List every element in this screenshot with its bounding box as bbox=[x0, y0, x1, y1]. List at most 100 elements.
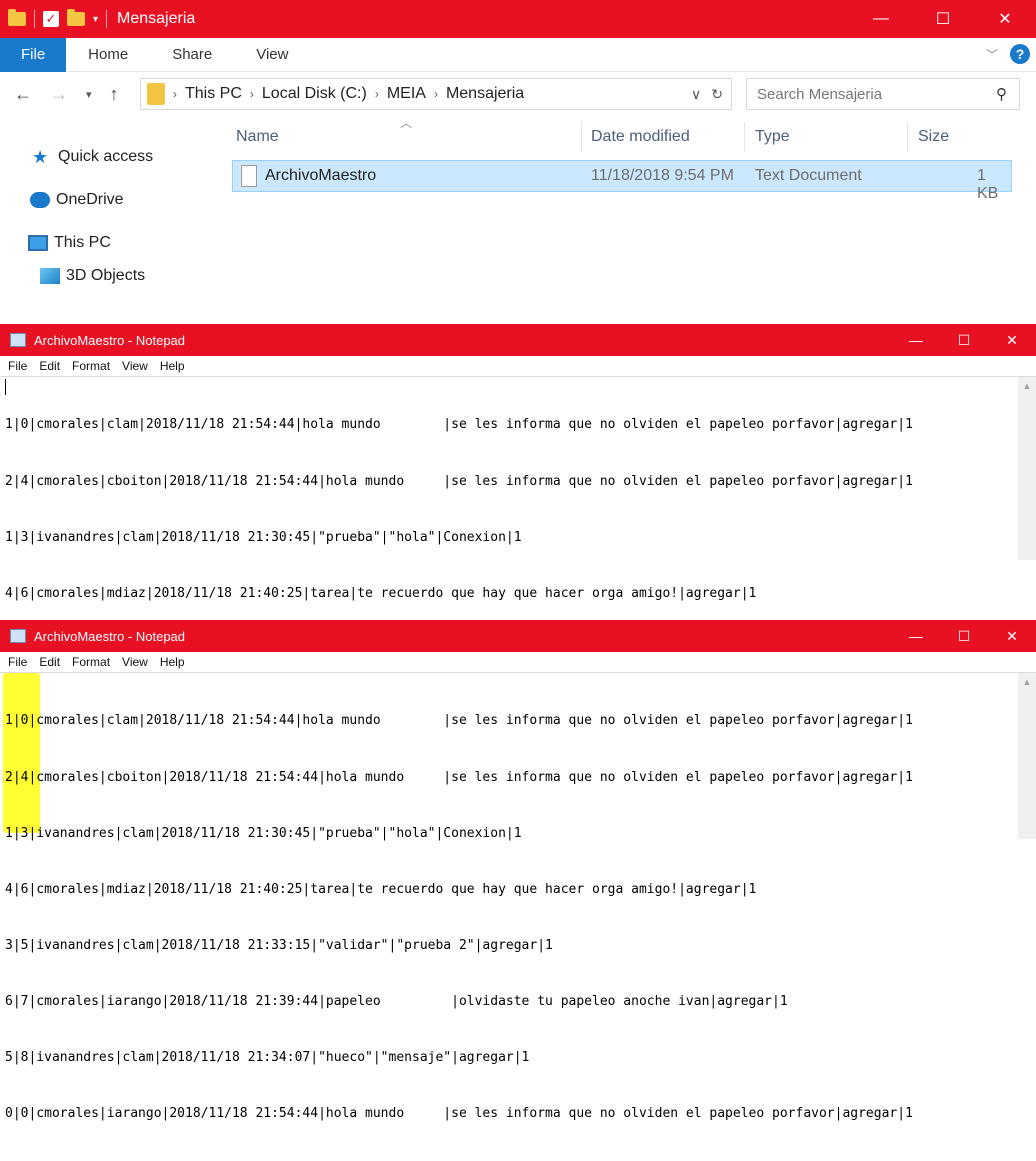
text-document-icon bbox=[241, 165, 257, 187]
menu-view[interactable]: View bbox=[122, 359, 148, 373]
folder-icon[interactable] bbox=[8, 9, 26, 26]
search-icon[interactable]: ⚲ bbox=[996, 85, 1007, 103]
close-button[interactable]: ✕ bbox=[974, 0, 1036, 38]
column-header-size[interactable]: Size bbox=[918, 122, 1008, 152]
notepad-window: ArchivoMaestro - Notepad — ☐ ✕ File Edit… bbox=[0, 324, 1036, 825]
window-title: ArchivoMaestro - Notepad bbox=[34, 332, 186, 348]
text-line: 6|7|cmorales|iarango|2018/11/18 21:39:44… bbox=[5, 993, 788, 1009]
new-folder-icon[interactable] bbox=[67, 9, 85, 26]
toolbar-divider bbox=[34, 10, 35, 28]
address-bar[interactable]: › This PC › Local Disk (C:) › MEIA › Men… bbox=[140, 78, 732, 110]
help-icon[interactable]: ? bbox=[1010, 44, 1030, 64]
expand-ribbon-icon[interactable]: ﹀ bbox=[986, 46, 998, 63]
text-caret bbox=[5, 379, 6, 395]
text-line: 2|4|cmorales|cboiton|2018/11/18 21:54:44… bbox=[5, 473, 913, 489]
minimize-button[interactable]: — bbox=[892, 620, 940, 652]
notepad-window-highlighted: ArchivoMaestro - Notepad — ☐ ✕ File Edit… bbox=[0, 620, 1036, 1121]
chevron-right-icon[interactable]: › bbox=[250, 87, 254, 101]
menu-edit[interactable]: Edit bbox=[39, 359, 60, 373]
recent-locations-icon[interactable]: ▾ bbox=[86, 88, 92, 101]
chevron-right-icon[interactable]: › bbox=[375, 87, 379, 101]
column-label: Size bbox=[918, 128, 950, 145]
chevron-right-icon[interactable]: › bbox=[434, 87, 438, 101]
chevron-right-icon[interactable]: › bbox=[173, 87, 177, 101]
nav-item-this-pc[interactable]: This PC bbox=[28, 230, 111, 256]
text-line: 5|8|ivanandres|clam|2018/11/18 21:34:07|… bbox=[5, 1050, 530, 1066]
window-title: Mensajeria bbox=[117, 10, 196, 27]
window-title: ArchivoMaestro - Notepad bbox=[34, 628, 186, 644]
address-dropdown-icon[interactable]: ∨ bbox=[691, 86, 701, 103]
minimize-button[interactable]: — bbox=[850, 0, 912, 38]
search-input[interactable]: Search Mensajeria ⚲ bbox=[746, 78, 1020, 110]
column-label: Type bbox=[755, 128, 790, 145]
text-line: 2|4|cmorales|cboiton|2018/11/18 21:54:44… bbox=[5, 769, 913, 785]
tab-view[interactable]: View bbox=[234, 38, 310, 72]
refresh-icon[interactable]: ↻ bbox=[711, 86, 723, 103]
text-editor[interactable]: 1|0|cmorales|clam|2018/11/18 21:54:44|ho… bbox=[0, 376, 1036, 825]
text-line: 1|0|cmorales|clam|2018/11/18 21:54:44|ho… bbox=[5, 417, 913, 433]
cloud-icon bbox=[30, 192, 50, 208]
vertical-scrollbar[interactable]: ▲ bbox=[1018, 673, 1036, 839]
maximize-button[interactable]: ☐ bbox=[940, 324, 988, 356]
text-line: 0|0|cmorales|iarango|2018/11/18 21:54:44… bbox=[5, 1106, 913, 1122]
notepad-icon bbox=[10, 333, 26, 347]
vertical-scrollbar[interactable]: ▲ bbox=[1018, 377, 1036, 560]
column-header-date[interactable]: Date modified bbox=[591, 122, 745, 152]
file-date: 11/18/2018 9:54 PM bbox=[591, 167, 734, 184]
text-line: 3|5|ivanandres|clam|2018/11/18 21:33:15|… bbox=[5, 937, 553, 953]
column-header-type[interactable]: Type bbox=[755, 122, 908, 152]
forward-arrow-icon[interactable]: → bbox=[50, 84, 68, 105]
menu-help[interactable]: Help bbox=[160, 655, 185, 669]
cube-icon bbox=[40, 268, 60, 284]
scroll-up-icon[interactable]: ▲ bbox=[1018, 377, 1036, 391]
file-type: Text Document bbox=[755, 167, 862, 184]
up-arrow-icon[interactable]: ↑ bbox=[110, 84, 119, 105]
properties-icon[interactable]: ✓ bbox=[43, 11, 59, 27]
nav-item-quick-access[interactable]: ★ Quick access bbox=[32, 144, 153, 170]
nav-item-onedrive[interactable]: OneDrive bbox=[30, 187, 124, 213]
breadcrumb-meia[interactable]: MEIA bbox=[387, 85, 426, 103]
close-button[interactable]: ✕ bbox=[988, 620, 1036, 652]
text-content: 1|0|cmorales|clam|2018/11/18 21:54:44|ho… bbox=[0, 673, 1036, 1161]
notepad-title-bar: ArchivoMaestro - Notepad — ☐ ✕ bbox=[0, 324, 1036, 356]
text-editor[interactable]: 1|0|cmorales|clam|2018/11/18 21:54:44|ho… bbox=[0, 672, 1036, 1121]
tab-file[interactable]: File bbox=[0, 37, 67, 72]
file-size: 1 KB bbox=[977, 167, 999, 202]
tab-share[interactable]: Share bbox=[150, 38, 234, 72]
menu-format[interactable]: Format bbox=[72, 359, 110, 373]
menu-view[interactable]: View bbox=[122, 655, 148, 669]
file-explorer-window: ✓ ▾ Mensajeria — ☐ ✕ File Home Share Vie… bbox=[0, 0, 1036, 300]
address-row: ← → ▾ ↑ › This PC › Local Disk (C:) › ME… bbox=[0, 72, 1036, 116]
nav-item-3d-objects[interactable]: 3D Objects bbox=[40, 263, 145, 289]
minimize-button[interactable]: — bbox=[892, 324, 940, 356]
close-button[interactable]: ✕ bbox=[988, 324, 1036, 356]
text-line: 1|3|ivanandres|clam|2018/11/18 21:30:45|… bbox=[5, 529, 522, 545]
back-arrow-icon[interactable]: ← bbox=[14, 84, 32, 105]
menu-file[interactable]: File bbox=[8, 359, 27, 373]
menu-help[interactable]: Help bbox=[160, 359, 185, 373]
text-line: 4|6|cmorales|mdiaz|2018/11/18 21:40:25|t… bbox=[5, 585, 757, 601]
maximize-button[interactable]: ☐ bbox=[940, 620, 988, 652]
tab-home[interactable]: Home bbox=[66, 38, 150, 72]
toolbar-divider bbox=[106, 10, 108, 28]
breadcrumb-local-disk[interactable]: Local Disk (C:) bbox=[262, 85, 367, 103]
menu-edit[interactable]: Edit bbox=[39, 655, 60, 669]
nav-item-label: Quick access bbox=[58, 148, 154, 165]
search-placeholder: Search Mensajeria bbox=[757, 85, 883, 103]
star-icon: ★ bbox=[32, 147, 49, 167]
menu-bar: File Edit Format View Help bbox=[0, 652, 1036, 672]
breadcrumb-this-pc[interactable]: This PC bbox=[185, 85, 242, 103]
file-row[interactable]: ArchivoMaestro 11/18/2018 9:54 PM Text D… bbox=[232, 160, 1012, 202]
file-name: ArchivoMaestro bbox=[265, 167, 377, 184]
column-label: Name bbox=[236, 128, 279, 145]
notepad-title-bar: ArchivoMaestro - Notepad — ☐ ✕ bbox=[0, 620, 1036, 652]
customize-toolbar-dropdown-icon[interactable]: ▾ bbox=[93, 14, 98, 25]
breadcrumb-mensajeria[interactable]: Mensajeria bbox=[446, 85, 524, 103]
maximize-button[interactable]: ☐ bbox=[912, 0, 974, 38]
nav-item-label: OneDrive bbox=[56, 191, 124, 208]
menu-format[interactable]: Format bbox=[72, 655, 110, 669]
scroll-up-icon[interactable]: ▲ bbox=[1018, 673, 1036, 687]
menu-bar: File Edit Format View Help bbox=[0, 356, 1036, 376]
menu-file[interactable]: File bbox=[8, 655, 27, 669]
column-header-name[interactable]: Name bbox=[236, 122, 582, 152]
